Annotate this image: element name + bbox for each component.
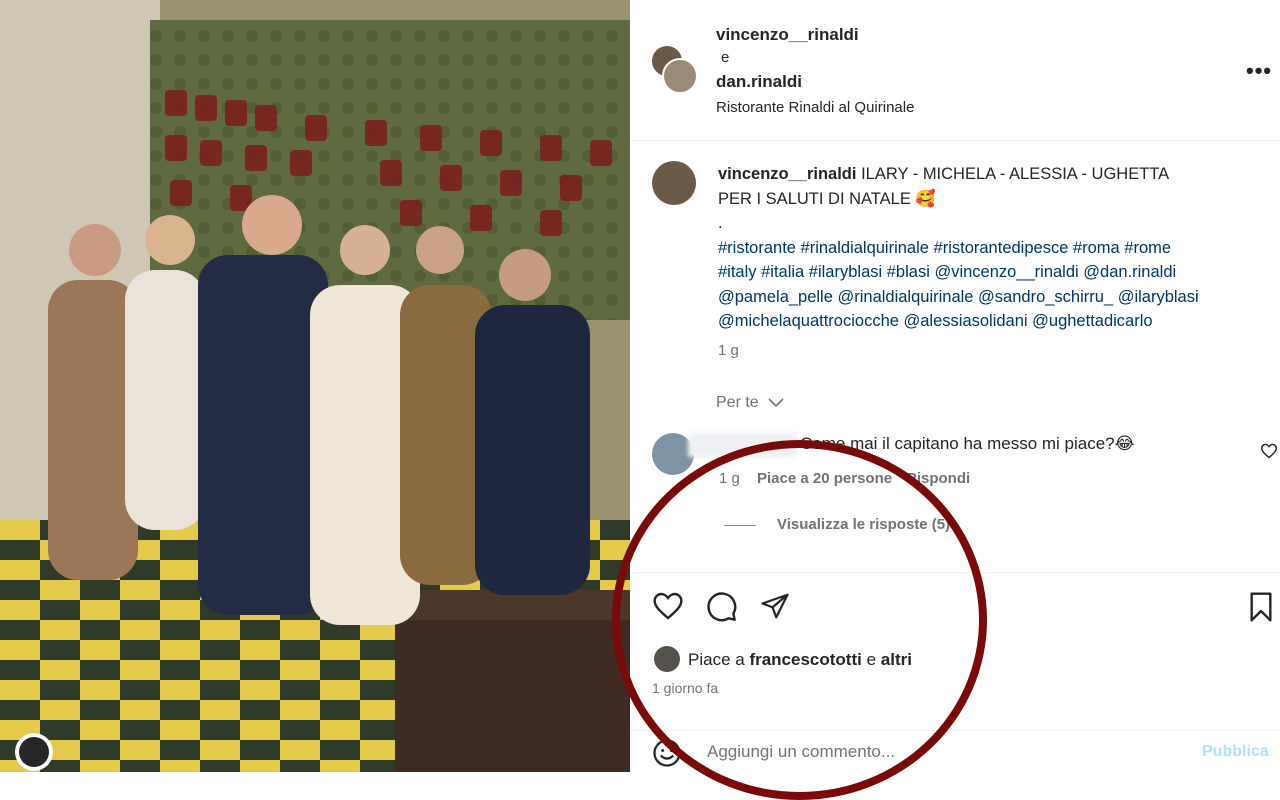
caption: vincenzo__rinaldi ILARY - MICHELA - ALES… [718,162,1258,334]
chevron-down-icon [768,398,784,407]
comment-reply-button[interactable]: Rispondi [906,470,970,487]
caption-time: 1 g [718,342,739,359]
add-comment-bar: Pubblica [630,730,1280,773]
comment-like-heart-icon[interactable] [1260,443,1278,459]
post-photo[interactable] [0,0,630,772]
share-icon[interactable] [759,591,791,621]
comment-username-redacted [688,433,798,457]
replies-divider [724,525,756,526]
caption-avatar[interactable] [652,161,696,205]
hashtags-line1[interactable]: #ristorante #rinaldialquirinale #ristora… [718,236,1258,261]
author2-avatar[interactable] [662,58,698,94]
likes-others[interactable]: altri [881,650,912,669]
authors-joiner: e [721,49,730,66]
likes-conj: e [866,650,877,669]
comment-icon[interactable] [706,591,738,623]
hashtags-line4[interactable]: @michelaquattrociocche @alessiasolidani … [718,309,1258,334]
user-avatar-icon[interactable] [15,733,53,771]
comment-time: 1 g [719,470,740,487]
post-header: vincenzo__rinaldi e dan.rinaldi Ristoran… [630,0,1280,141]
for-you-label: Per te [716,394,759,411]
caption-line2: PER I SALUTI DI NATALE 🥰 [718,189,936,208]
view-replies-button[interactable]: Visualizza le risposte (5) [777,516,950,533]
author1-username[interactable]: vincenzo__rinaldi [716,25,859,45]
post-time: 1 giorno fa [652,680,719,696]
likes-summary[interactable]: Piace a francescototti e altri [688,650,912,670]
post-location[interactable]: Ristorante Rinaldi al Quirinale [716,99,914,116]
post-sidebar: vincenzo__rinaldi e dan.rinaldi Ristoran… [630,0,1280,772]
comment-text: Come mai il capitano ha messo mi piace?😂 [800,434,1135,453]
caption-dot: . [718,214,723,232]
hashtags-line3[interactable]: @pamela_pelle @rinaldialquirinale @sandr… [718,285,1258,310]
more-icon[interactable]: ••• [1246,58,1272,84]
likes-user[interactable]: francescototti [749,650,861,669]
heart-icon[interactable] [652,591,684,621]
emoji-icon[interactable] [652,738,682,768]
caption-username[interactable]: vincenzo__rinaldi [718,165,856,183]
for-you-dropdown[interactable]: Per te [716,394,785,412]
publish-button[interactable]: Pubblica [1202,743,1269,761]
photo-illustration [0,0,630,772]
comment-input[interactable] [705,741,1159,763]
author2-username[interactable]: dan.rinaldi [716,72,802,92]
hashtags-line2[interactable]: #italy #italia #ilaryblasi #blasi @vince… [718,260,1258,285]
likes-prefix: Piace a [688,650,745,669]
caption-line1: ILARY - MICHELA - ALESSIA - UGHETTA [861,165,1170,183]
comment-likes[interactable]: Piace a 20 persone [757,470,892,487]
liker-avatar[interactable] [654,646,680,672]
bookmark-icon[interactable] [1247,591,1275,623]
